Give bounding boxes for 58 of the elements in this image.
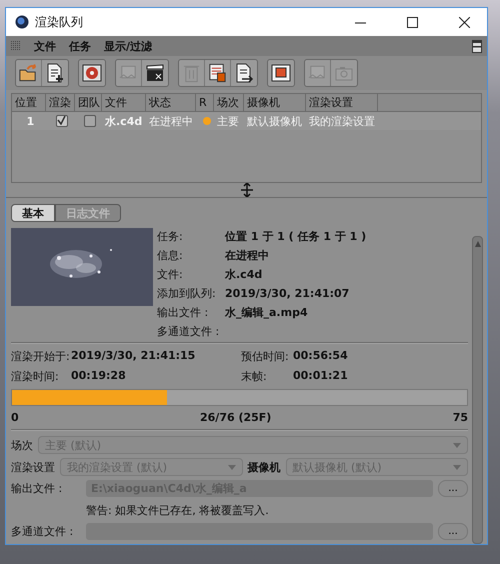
table-cell-text: 默认摄像机 bbox=[246, 114, 303, 128]
info-label: 文件: bbox=[157, 267, 184, 282]
scale-label: 0 bbox=[11, 411, 19, 424]
table-cell-text: 我的渲染设置 bbox=[308, 114, 376, 128]
caret-icon bbox=[453, 464, 461, 470]
checkbox[interactable] bbox=[84, 115, 96, 127]
menu-item[interactable]: 文件 bbox=[34, 38, 56, 54]
stat-value: 2019/3/30, 21:41:15 bbox=[71, 349, 196, 364]
info-label: 多通道文件 : bbox=[157, 324, 220, 339]
table-cell-text: 水.c4d bbox=[104, 114, 144, 128]
frame-counter: 26/76 (25F) bbox=[200, 411, 272, 424]
info-label: 输出文件 : bbox=[157, 305, 210, 320]
scrollbar[interactable] bbox=[472, 236, 483, 544]
window-title: 渲染队列 bbox=[35, 14, 83, 30]
info-value: 水.c4d bbox=[225, 267, 262, 282]
table-cell-text: 在进程中 bbox=[148, 114, 194, 128]
browse-button[interactable]: ... bbox=[438, 480, 468, 497]
stat-label: 渲染时间: bbox=[11, 369, 60, 384]
open-icon bbox=[18, 62, 39, 84]
info-label: 信息: bbox=[157, 248, 184, 263]
info-label: 添加到队列: bbox=[157, 286, 217, 301]
table-cell-text: 主要 bbox=[216, 114, 240, 128]
stat-value: 00:56:54 bbox=[293, 349, 349, 364]
table-cell-text: 1 bbox=[26, 114, 36, 128]
field-label: 渲染设置 bbox=[11, 460, 55, 474]
field-label: 场次 bbox=[11, 438, 33, 452]
stat-label: 预估时间: bbox=[241, 349, 290, 364]
info-value: 水_编辑_a.mp4 bbox=[225, 305, 308, 320]
checkbox[interactable] bbox=[56, 115, 68, 127]
caret-icon bbox=[228, 464, 236, 470]
info-label: 任务: bbox=[157, 229, 184, 244]
stat-value: 00:19:28 bbox=[71, 369, 127, 384]
maximize-icon bbox=[406, 16, 418, 28]
stat-label: 渲染开始于: bbox=[11, 349, 71, 364]
clapper-icon bbox=[144, 62, 166, 84]
stat-value: 00:01:21 bbox=[293, 369, 349, 384]
field-label: 摄像机 bbox=[248, 460, 280, 474]
scroll-up-icon bbox=[474, 240, 482, 248]
menu-item[interactable]: 显示/过滤 bbox=[104, 38, 152, 54]
grip-icon[interactable] bbox=[11, 41, 21, 51]
stat-label: 末帧: bbox=[241, 369, 268, 384]
warning-text: 警告: 如果文件已存在, 将被覆盖写入. bbox=[85, 503, 270, 518]
info-value: 在进程中 bbox=[225, 248, 269, 263]
app-logo-icon bbox=[15, 15, 29, 29]
stop-icon bbox=[270, 62, 292, 84]
layout-icon[interactable] bbox=[472, 40, 482, 52]
browse-button[interactable]: ... bbox=[438, 523, 468, 540]
info-value: 位置 1 于 1 ( 任务 1 于 1 ) bbox=[225, 229, 366, 244]
scale-label: 75 bbox=[452, 411, 468, 424]
tab[interactable]: 基本 bbox=[11, 204, 55, 222]
move-cursor-icon bbox=[240, 183, 252, 197]
info-value: 2019/3/30, 21:41:07 bbox=[225, 287, 350, 300]
render-icon bbox=[81, 62, 103, 84]
caret-icon bbox=[453, 442, 461, 448]
close-icon bbox=[458, 16, 470, 28]
menu-item[interactable]: 任务 bbox=[69, 38, 91, 54]
field-label: 多通道文件 : bbox=[11, 524, 74, 539]
field-label: 输出文件 : bbox=[11, 481, 64, 496]
